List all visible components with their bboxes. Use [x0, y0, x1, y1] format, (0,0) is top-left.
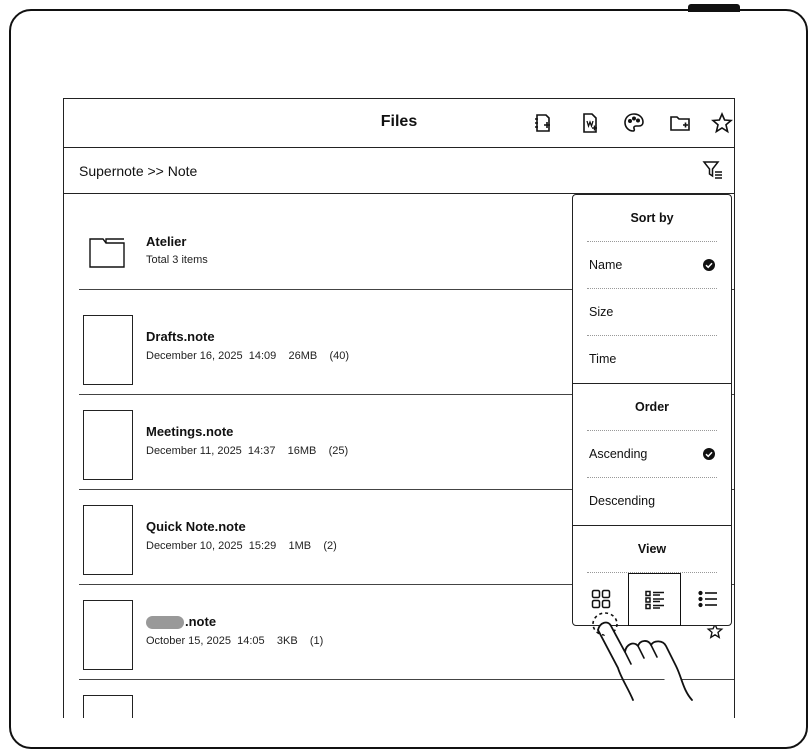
file-meta: Total 3 items: [146, 254, 208, 266]
breadcrumb: Supernote >> Note: [64, 147, 734, 194]
sort-filter-icon[interactable]: [702, 159, 724, 181]
note-thumbnail: [83, 600, 133, 670]
sort-option-label: Time: [589, 352, 617, 366]
note-thumbnail: [83, 505, 133, 575]
check-icon: [703, 259, 715, 271]
breadcrumb-path[interactable]: Supernote >> Note: [79, 163, 197, 179]
sort-option-label: Size: [589, 305, 614, 319]
order-header: Order: [634, 400, 670, 414]
sort-by-header: Sort by: [630, 211, 674, 225]
folder-icon: [89, 238, 125, 268]
order-option-ascending[interactable]: Ascending: [589, 431, 715, 477]
sort-view-menu: Sort by Name Size Time Order Ascending D…: [572, 194, 732, 626]
file-name: Meetings.note: [146, 424, 234, 439]
file-name-suffix: .note: [185, 614, 217, 629]
file-meta: October 15, 2025 14:05 3KB (1): [146, 635, 324, 647]
pen-clip: [688, 4, 740, 12]
redaction-blur: [146, 616, 184, 630]
star-icon[interactable]: [710, 111, 734, 135]
note-thumbnail: [83, 695, 133, 718]
order-option-label: Descending: [589, 494, 656, 508]
new-note-icon[interactable]: [531, 111, 555, 135]
title-bar: Files: [64, 99, 734, 148]
file-name: Quick Note.note: [146, 519, 246, 534]
sort-option-label: Name: [589, 258, 623, 272]
view-header: View: [637, 542, 667, 556]
order-option-descending[interactable]: Descending: [589, 478, 715, 524]
note-thumbnail: [83, 410, 133, 480]
palette-icon[interactable]: [622, 111, 646, 135]
new-word-doc-icon[interactable]: [578, 111, 602, 135]
new-folder-icon[interactable]: [668, 111, 692, 135]
file-meta: December 11, 2025 14:37 16MB (25): [146, 445, 349, 457]
sort-option-name[interactable]: Name: [589, 242, 715, 288]
order-option-label: Ascending: [589, 447, 648, 461]
note-thumbnail: [83, 315, 133, 385]
file-name: Drafts.note: [146, 329, 215, 344]
file-meta: December 10, 2025 15:29 1MB (2): [146, 540, 337, 552]
check-icon: [703, 448, 715, 460]
file-name: Atelier: [146, 234, 187, 249]
file-name-redacted: .note: [146, 614, 217, 630]
sort-option-size[interactable]: Size: [589, 289, 715, 335]
sort-option-time[interactable]: Time: [589, 336, 715, 382]
file-meta: December 16, 2025 14:09 26MB (40): [146, 350, 350, 362]
tapping-hand-icon: [592, 612, 693, 701]
